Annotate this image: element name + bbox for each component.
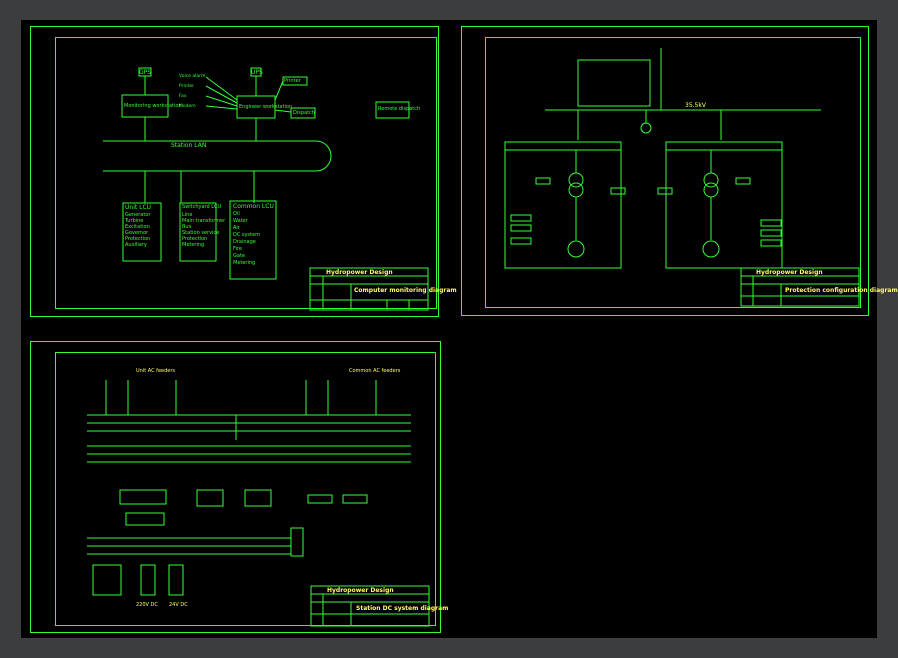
tb3-drawing: Station DC system diagram [356, 605, 449, 612]
drawing-canvas[interactable]: GPS UPS Monitoring workstation Engineer … [21, 20, 898, 638]
tb2-company: Hydropower Design [756, 269, 823, 276]
bus-voltage-label: 35.5kV [685, 102, 706, 109]
tb2-drawing: Protection configuration diagram [785, 287, 898, 294]
common-ac-caption: Common AC feeders [349, 368, 401, 374]
dc24-caption: 24V DC [169, 602, 188, 608]
unit-ac-caption: Unit AC feeders [136, 368, 176, 374]
dc220-caption: 220V DC [136, 602, 158, 608]
tb3-company: Hydropower Design [327, 587, 394, 594]
dc-system-diagram [87, 380, 430, 627]
